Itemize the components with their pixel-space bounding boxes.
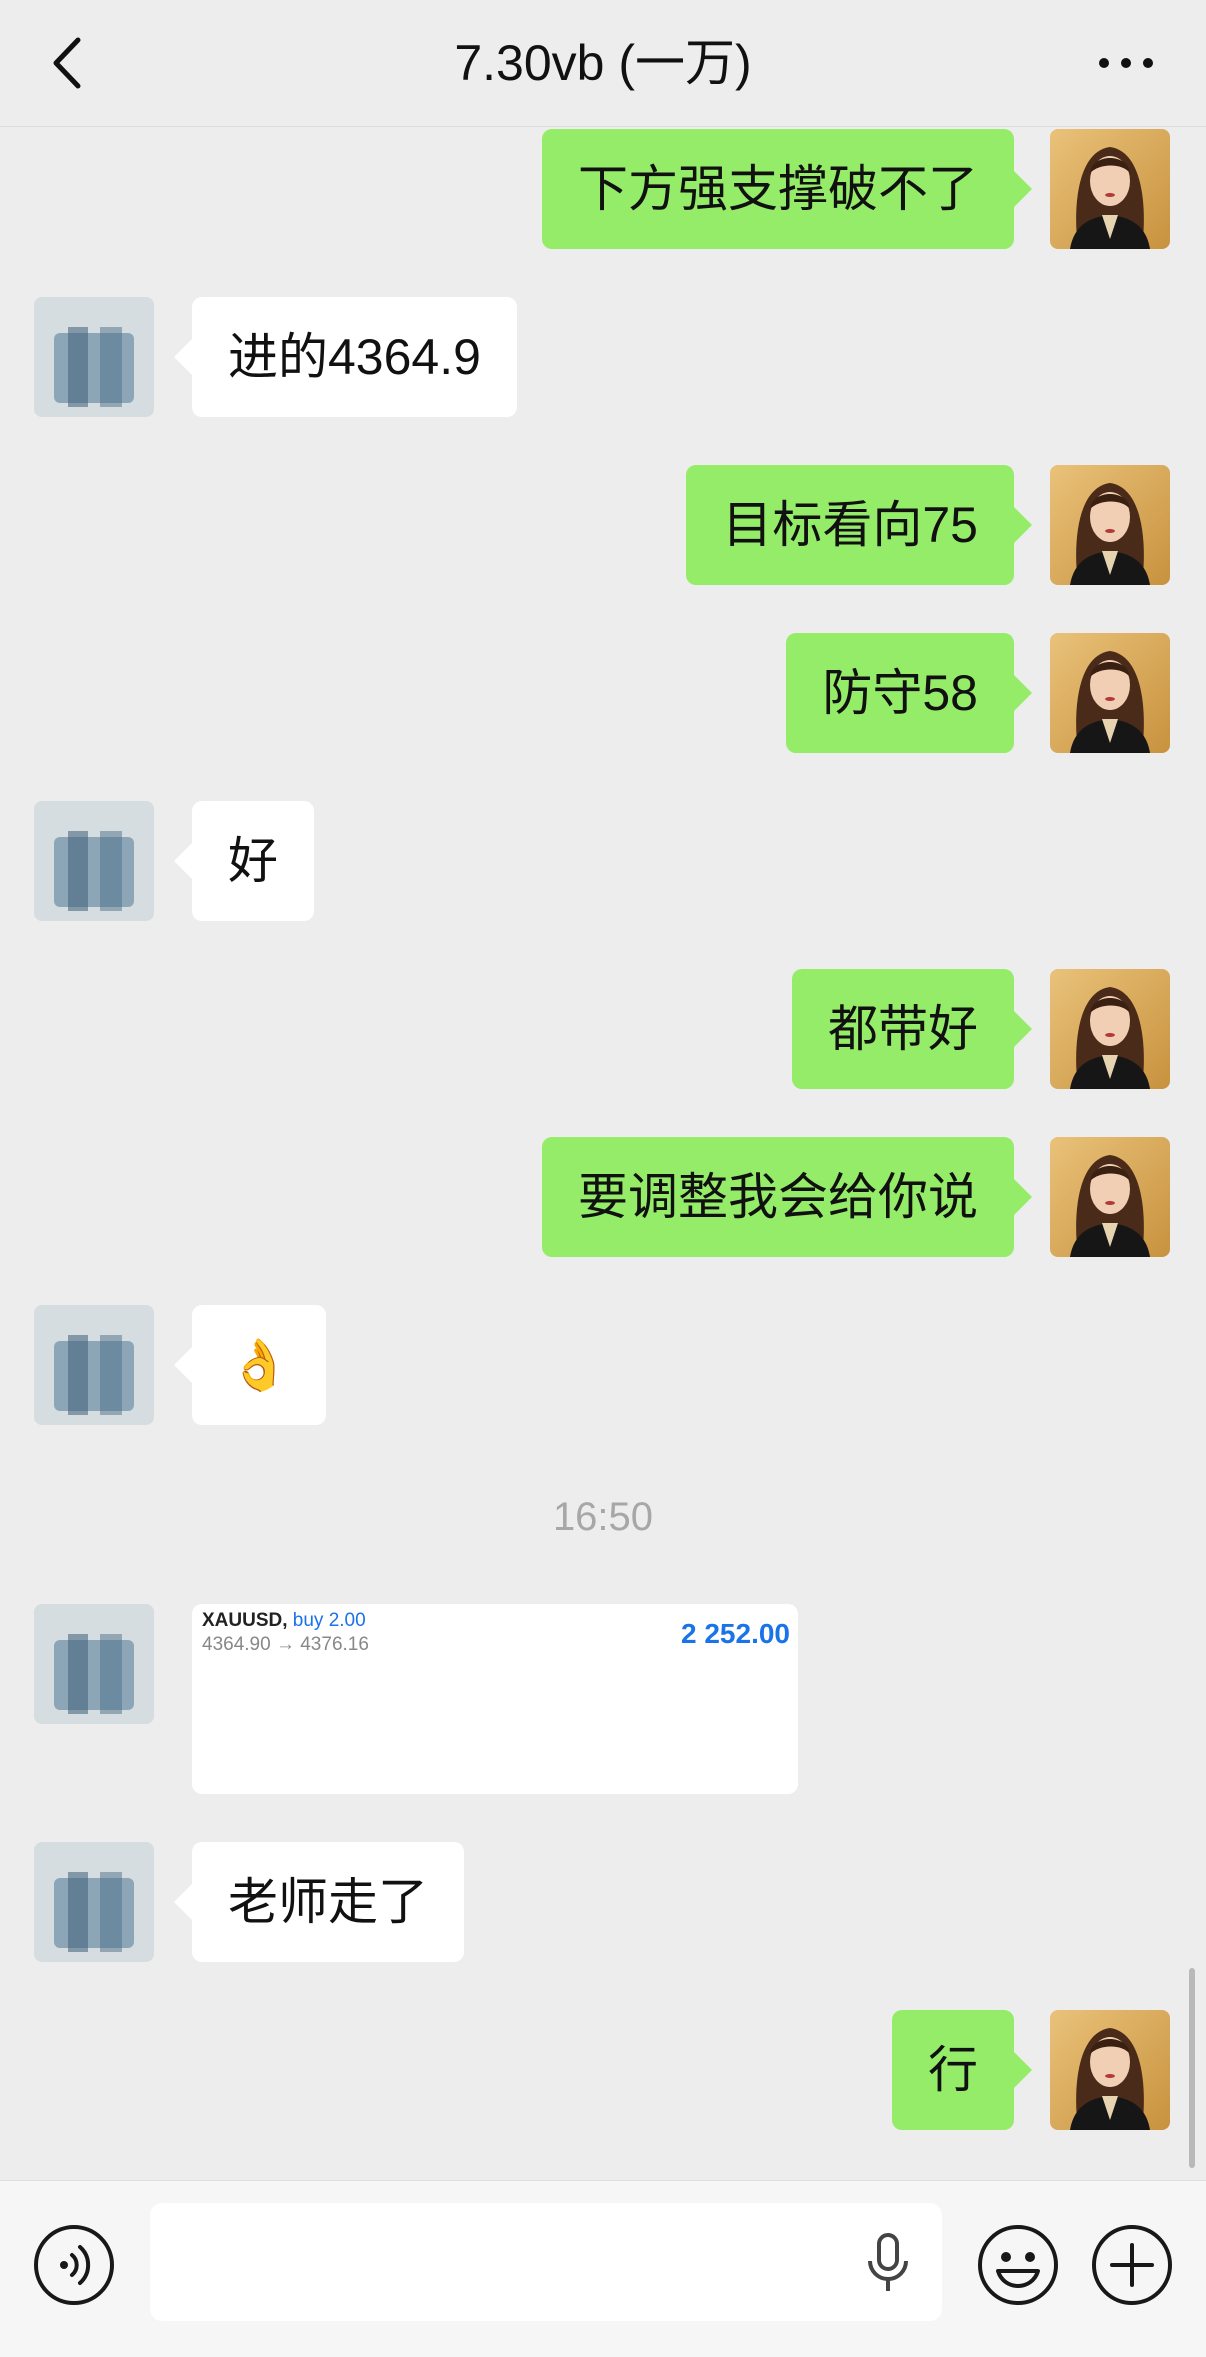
trade-screenshot-message[interactable]: XAUUSD, buy 2.00 4364.90 → 4376.16 2 252…	[192, 1604, 798, 1794]
contact-avatar[interactable]	[34, 1842, 154, 1962]
message-bubble[interactable]: 老师走了	[174, 1842, 464, 1962]
chat-timestamp: 16:50	[552, 1495, 654, 1539]
chat-scrollbar[interactable]	[1189, 1968, 1195, 2168]
voice-mode-button[interactable]	[32, 2223, 116, 2307]
emoji-smile-icon	[978, 2225, 1058, 2305]
my-avatar[interactable]	[1050, 969, 1170, 1089]
message-bubble[interactable]: 进的4364.9	[174, 297, 517, 417]
chat-header: 7.30vb (一万)	[0, 0, 1206, 127]
more-button[interactable]	[1096, 40, 1156, 86]
chat-title: 7.30vb (一万)	[454, 35, 752, 91]
contact-avatar[interactable]	[34, 1604, 154, 1724]
message-bubble[interactable]: 目标看向75	[686, 465, 1032, 585]
more-dots-icon	[1099, 58, 1153, 68]
contact-avatar[interactable]	[34, 297, 154, 417]
message-bubble[interactable]: 行	[892, 2010, 1032, 2130]
voice-mode-icon	[34, 2225, 114, 2305]
message-input[interactable]	[150, 2203, 942, 2321]
message-bubble[interactable]: 都带好	[792, 969, 1032, 1089]
message-bubble[interactable]: 好	[174, 801, 314, 921]
contact-avatar[interactable]	[34, 1305, 154, 1425]
message-bubble[interactable]: 👌	[173, 1305, 327, 1425]
my-avatar[interactable]	[1050, 129, 1170, 249]
more-functions-button[interactable]	[1090, 2223, 1174, 2307]
microphone-button[interactable]	[862, 2231, 914, 2295]
my-avatar[interactable]	[1050, 633, 1170, 753]
emoji-button[interactable]	[976, 2223, 1060, 2307]
my-avatar[interactable]	[1050, 465, 1170, 585]
my-avatar[interactable]	[1050, 2010, 1170, 2130]
trade-price-range: 4364.90 → 4376.16	[202, 1634, 369, 1655]
trade-profit: 2 252.00	[681, 1618, 790, 1649]
message-bubble[interactable]: 下方强支撑破不了	[542, 129, 1032, 249]
microphone-icon	[868, 2233, 908, 2291]
contact-avatar[interactable]	[34, 801, 154, 921]
my-avatar[interactable]	[1050, 1137, 1170, 1257]
trade-symbol-text: XAUUSD,	[202, 1610, 288, 1631]
plus-circle-icon	[1092, 2225, 1172, 2305]
trade-symbol: XAUUSD, buy 2.00	[202, 1610, 366, 1632]
message-bubble[interactable]: 防守58	[786, 633, 1032, 753]
message-bubble[interactable]: 要调整我会给你说	[542, 1137, 1032, 1257]
trade-direction: buy 2.00	[292, 1610, 366, 1631]
input-bar	[0, 2180, 1206, 2357]
